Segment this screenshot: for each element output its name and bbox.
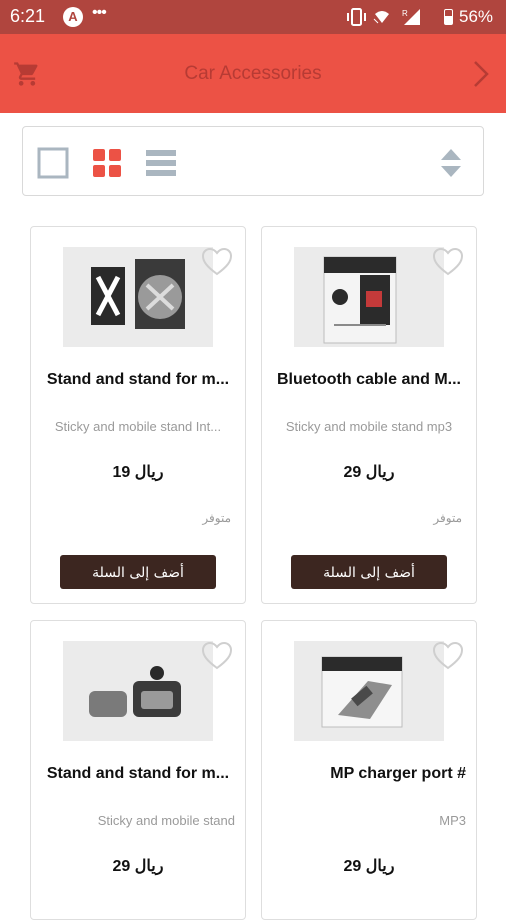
product-image[interactable] xyxy=(294,247,444,347)
product-card[interactable]: Bluetooth cable and M... Sticky and mobi… xyxy=(261,226,477,604)
product-image-art xyxy=(63,641,213,741)
add-to-cart-button[interactable]: أضف إلى السلة xyxy=(291,555,447,589)
product-title[interactable]: Stand and stand for m... xyxy=(41,765,235,783)
product-title[interactable]: MP charger port # xyxy=(272,765,466,783)
list-view-icon[interactable] xyxy=(145,147,177,179)
stock-status: متوفر xyxy=(433,511,462,525)
product-price: 29 ريال xyxy=(343,464,395,481)
favorite-heart-icon[interactable] xyxy=(201,247,233,277)
svg-text:R: R xyxy=(402,9,408,18)
signal-icon: R xyxy=(402,9,420,25)
stock-status: متوفر xyxy=(202,511,231,525)
product-description: Sticky and mobile stand xyxy=(97,813,235,828)
status-time: 6:21 xyxy=(10,6,46,26)
product-price: 29 ريال xyxy=(112,858,164,875)
product-image-art xyxy=(63,247,213,347)
product-image-art xyxy=(294,247,444,347)
view-switcher xyxy=(22,126,484,196)
product-card[interactable]: Stand and stand for m... Sticky and mobi… xyxy=(30,226,246,604)
favorite-heart-icon[interactable] xyxy=(432,641,464,671)
battery-percent: 56% xyxy=(459,7,494,26)
product-title[interactable]: Stand and stand for m... xyxy=(41,371,235,389)
product-image[interactable] xyxy=(63,247,213,347)
product-card[interactable]: Stand and stand for m... Sticky and mobi… xyxy=(30,620,246,920)
product-title[interactable]: Bluetooth cable and M... xyxy=(272,371,466,389)
product-description: Sticky and mobile stand Int... xyxy=(54,419,222,434)
grid-view-icon[interactable] xyxy=(91,147,123,179)
vibrate-icon xyxy=(347,8,366,26)
sort-icon[interactable] xyxy=(435,147,467,179)
product-image[interactable] xyxy=(294,641,444,741)
product-description: Sticky and mobile stand mp3 xyxy=(285,419,453,434)
add-to-cart-button[interactable]: أضف إلى السلة xyxy=(60,555,216,589)
product-image-art xyxy=(294,641,444,741)
page-title: Car Accessories xyxy=(184,63,322,84)
notification-badge-icon: A xyxy=(63,7,83,27)
app-header: Car Accessories xyxy=(0,34,506,113)
status-icons: R xyxy=(347,8,420,26)
status-bar: 6:21 A ••• R 56% xyxy=(0,0,506,34)
product-image[interactable] xyxy=(63,641,213,741)
single-view-icon[interactable] xyxy=(37,147,69,179)
favorite-heart-icon[interactable] xyxy=(432,247,464,277)
chevron-right-icon[interactable] xyxy=(470,59,492,89)
battery-icon xyxy=(444,9,453,25)
favorite-heart-icon[interactable] xyxy=(201,641,233,671)
more-notifications-icon: ••• xyxy=(92,4,107,21)
product-card[interactable]: MP charger port # MP3 29 ريال xyxy=(261,620,477,920)
product-price: 19 ريال xyxy=(112,464,164,481)
product-price: 29 ريال xyxy=(343,858,395,875)
wifi-icon xyxy=(373,11,389,24)
product-description: MP3 xyxy=(439,813,466,828)
